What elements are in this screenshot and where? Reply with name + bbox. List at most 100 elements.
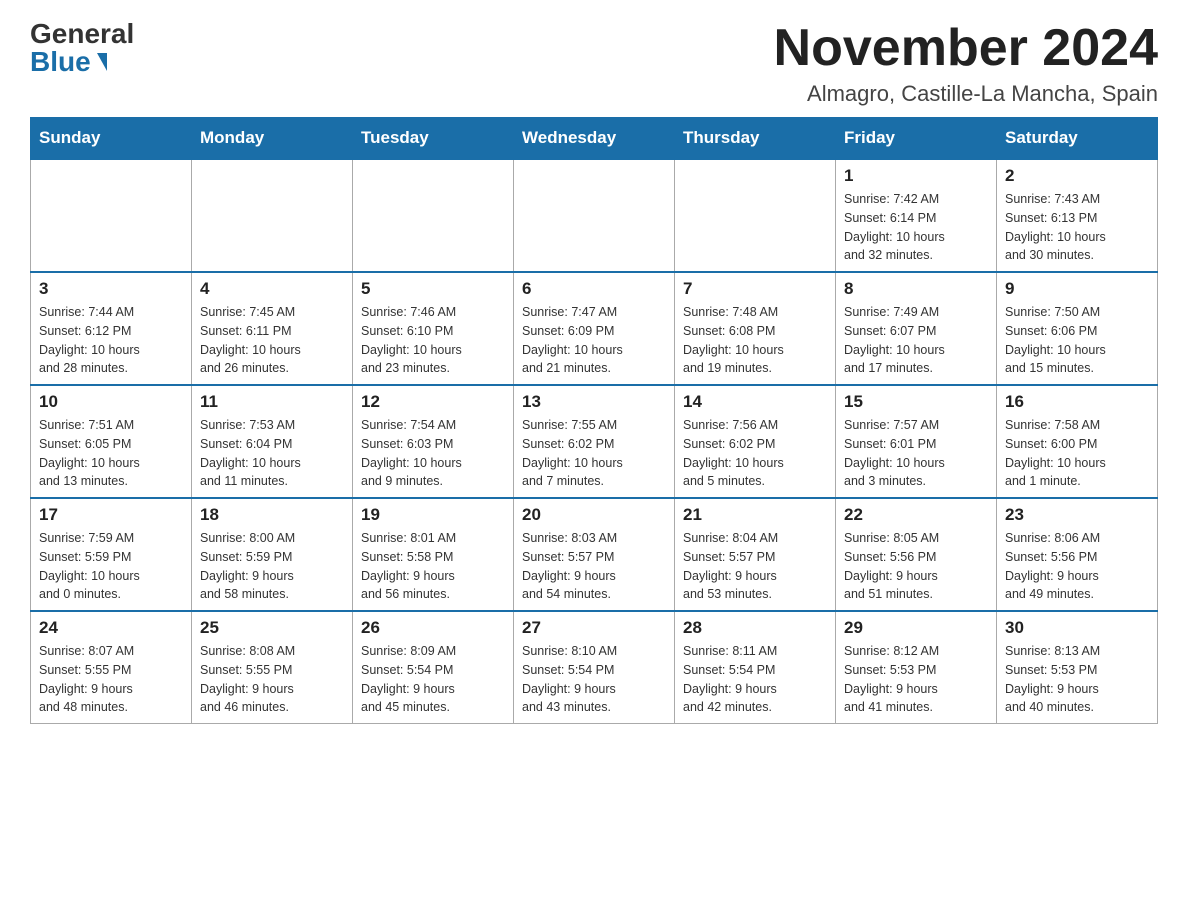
weekday-header-friday: Friday — [836, 118, 997, 160]
logo: General Blue — [30, 20, 134, 76]
day-info: Sunrise: 7:49 AM Sunset: 6:07 PM Dayligh… — [844, 303, 988, 378]
day-info: Sunrise: 8:10 AM Sunset: 5:54 PM Dayligh… — [522, 642, 666, 717]
week-row-4: 24 Sunrise: 8:07 AM Sunset: 5:55 PM Dayli… — [31, 611, 1158, 724]
calendar-cell: 10Sunrise: 7:51 AM Sunset: 6:05 PM Dayli… — [31, 385, 192, 498]
day-info: Sunrise: 7:55 AM Sunset: 6:02 PM Dayligh… — [522, 416, 666, 491]
calendar-cell: 26 Sunrise: 8:09 AM Sunset: 5:54 PM Dayli… — [353, 611, 514, 724]
day-number: 26 — [361, 618, 505, 638]
title-area: November 2024 Almagro, Castille-La Manch… — [774, 20, 1158, 107]
calendar-cell: 16 Sunrise: 7:58 AM Sunset: 6:00 PM Dayli… — [997, 385, 1158, 498]
calendar-cell: 13 Sunrise: 7:55 AM Sunset: 6:02 PM Dayli… — [514, 385, 675, 498]
day-info: Sunrise: 7:45 AM Sunset: 6:11 PM Dayligh… — [200, 303, 344, 378]
day-info: Sunrise: 7:56 AM Sunset: 6:02 PM Dayligh… — [683, 416, 827, 491]
calendar-cell: 2 Sunrise: 7:43 AM Sunset: 6:13 PM Daylig… — [997, 159, 1158, 272]
weekday-header-monday: Monday — [192, 118, 353, 160]
day-info: Sunrise: 8:12 AM Sunset: 5:53 PM Dayligh… — [844, 642, 988, 717]
weekday-header-row: SundayMondayTuesdayWednesdayThursdayFrid… — [31, 118, 1158, 160]
day-info: Sunrise: 7:53 AM Sunset: 6:04 PM Dayligh… — [200, 416, 344, 491]
calendar-cell — [31, 159, 192, 272]
day-number: 29 — [844, 618, 988, 638]
day-number: 4 — [200, 279, 344, 299]
calendar-cell: 19 Sunrise: 8:01 AM Sunset: 5:58 PM Dayli… — [353, 498, 514, 611]
calendar-cell: 25Sunrise: 8:08 AM Sunset: 5:55 PM Dayli… — [192, 611, 353, 724]
calendar-cell: 28 Sunrise: 8:11 AM Sunset: 5:54 PM Dayli… — [675, 611, 836, 724]
week-row-3: 17 Sunrise: 7:59 AM Sunset: 5:59 PM Dayli… — [31, 498, 1158, 611]
day-info: Sunrise: 8:11 AM Sunset: 5:54 PM Dayligh… — [683, 642, 827, 717]
day-number: 10 — [39, 392, 183, 412]
weekday-header-thursday: Thursday — [675, 118, 836, 160]
calendar-cell: 20Sunrise: 8:03 AM Sunset: 5:57 PM Dayli… — [514, 498, 675, 611]
day-number: 27 — [522, 618, 666, 638]
day-info: Sunrise: 8:04 AM Sunset: 5:57 PM Dayligh… — [683, 529, 827, 604]
logo-blue-text: Blue — [30, 48, 107, 76]
calendar-cell: 12 Sunrise: 7:54 AM Sunset: 6:03 PM Dayli… — [353, 385, 514, 498]
day-info: Sunrise: 7:46 AM Sunset: 6:10 PM Dayligh… — [361, 303, 505, 378]
calendar-cell: 7Sunrise: 7:48 AM Sunset: 6:08 PM Daylig… — [675, 272, 836, 385]
day-number: 24 — [39, 618, 183, 638]
calendar-cell: 11Sunrise: 7:53 AM Sunset: 6:04 PM Dayli… — [192, 385, 353, 498]
day-number: 6 — [522, 279, 666, 299]
day-info: Sunrise: 8:09 AM Sunset: 5:54 PM Dayligh… — [361, 642, 505, 717]
day-number: 9 — [1005, 279, 1149, 299]
calendar-cell: 1Sunrise: 7:42 AM Sunset: 6:14 PM Daylig… — [836, 159, 997, 272]
day-number: 30 — [1005, 618, 1149, 638]
day-number: 19 — [361, 505, 505, 525]
calendar-cell: 22 Sunrise: 8:05 AM Sunset: 5:56 PM Dayli… — [836, 498, 997, 611]
calendar-cell: 15Sunrise: 7:57 AM Sunset: 6:01 PM Dayli… — [836, 385, 997, 498]
day-number: 14 — [683, 392, 827, 412]
day-number: 21 — [683, 505, 827, 525]
day-number: 28 — [683, 618, 827, 638]
calendar-cell: 5 Sunrise: 7:46 AM Sunset: 6:10 PM Daylig… — [353, 272, 514, 385]
week-row-0: 1Sunrise: 7:42 AM Sunset: 6:14 PM Daylig… — [31, 159, 1158, 272]
calendar-cell: 21 Sunrise: 8:04 AM Sunset: 5:57 PM Dayli… — [675, 498, 836, 611]
calendar-cell: 8 Sunrise: 7:49 AM Sunset: 6:07 PM Daylig… — [836, 272, 997, 385]
week-row-2: 10Sunrise: 7:51 AM Sunset: 6:05 PM Dayli… — [31, 385, 1158, 498]
calendar-cell: 23Sunrise: 8:06 AM Sunset: 5:56 PM Dayli… — [997, 498, 1158, 611]
day-number: 12 — [361, 392, 505, 412]
day-info: Sunrise: 7:54 AM Sunset: 6:03 PM Dayligh… — [361, 416, 505, 491]
day-info: Sunrise: 8:13 AM Sunset: 5:53 PM Dayligh… — [1005, 642, 1149, 717]
day-number: 22 — [844, 505, 988, 525]
calendar-cell: 18Sunrise: 8:00 AM Sunset: 5:59 PM Dayli… — [192, 498, 353, 611]
calendar-table: SundayMondayTuesdayWednesdayThursdayFrid… — [30, 117, 1158, 724]
day-info: Sunrise: 7:47 AM Sunset: 6:09 PM Dayligh… — [522, 303, 666, 378]
day-info: Sunrise: 7:57 AM Sunset: 6:01 PM Dayligh… — [844, 416, 988, 491]
calendar-cell — [353, 159, 514, 272]
day-number: 5 — [361, 279, 505, 299]
day-number: 7 — [683, 279, 827, 299]
day-number: 13 — [522, 392, 666, 412]
calendar-cell: 17 Sunrise: 7:59 AM Sunset: 5:59 PM Dayli… — [31, 498, 192, 611]
location-subtitle: Almagro, Castille-La Mancha, Spain — [774, 81, 1158, 107]
calendar-cell: 6 Sunrise: 7:47 AM Sunset: 6:09 PM Daylig… — [514, 272, 675, 385]
calendar-cell: 9 Sunrise: 7:50 AM Sunset: 6:06 PM Daylig… — [997, 272, 1158, 385]
day-number: 8 — [844, 279, 988, 299]
calendar-cell — [675, 159, 836, 272]
header: General Blue November 2024 Almagro, Cast… — [30, 20, 1158, 107]
day-number: 17 — [39, 505, 183, 525]
day-number: 16 — [1005, 392, 1149, 412]
day-info: Sunrise: 7:44 AM Sunset: 6:12 PM Dayligh… — [39, 303, 183, 378]
day-info: Sunrise: 8:07 AM Sunset: 5:55 PM Dayligh… — [39, 642, 183, 717]
calendar-cell: 30 Sunrise: 8:13 AM Sunset: 5:53 PM Dayli… — [997, 611, 1158, 724]
day-info: Sunrise: 8:06 AM Sunset: 5:56 PM Dayligh… — [1005, 529, 1149, 604]
day-info: Sunrise: 8:01 AM Sunset: 5:58 PM Dayligh… — [361, 529, 505, 604]
weekday-header-saturday: Saturday — [997, 118, 1158, 160]
calendar-cell — [514, 159, 675, 272]
day-info: Sunrise: 8:05 AM Sunset: 5:56 PM Dayligh… — [844, 529, 988, 604]
day-info: Sunrise: 7:58 AM Sunset: 6:00 PM Dayligh… — [1005, 416, 1149, 491]
week-row-1: 3 Sunrise: 7:44 AM Sunset: 6:12 PM Daylig… — [31, 272, 1158, 385]
day-number: 20 — [522, 505, 666, 525]
calendar-cell: 24 Sunrise: 8:07 AM Sunset: 5:55 PM Dayli… — [31, 611, 192, 724]
calendar-cell: 29 Sunrise: 8:12 AM Sunset: 5:53 PM Dayli… — [836, 611, 997, 724]
weekday-header-wednesday: Wednesday — [514, 118, 675, 160]
day-info: Sunrise: 7:59 AM Sunset: 5:59 PM Dayligh… — [39, 529, 183, 604]
day-number: 3 — [39, 279, 183, 299]
day-number: 2 — [1005, 166, 1149, 186]
day-info: Sunrise: 8:00 AM Sunset: 5:59 PM Dayligh… — [200, 529, 344, 604]
day-info: Sunrise: 7:42 AM Sunset: 6:14 PM Dayligh… — [844, 190, 988, 265]
day-number: 25 — [200, 618, 344, 638]
day-info: Sunrise: 7:50 AM Sunset: 6:06 PM Dayligh… — [1005, 303, 1149, 378]
day-info: Sunrise: 7:43 AM Sunset: 6:13 PM Dayligh… — [1005, 190, 1149, 265]
calendar-cell — [192, 159, 353, 272]
logo-general-text: General — [30, 20, 134, 48]
